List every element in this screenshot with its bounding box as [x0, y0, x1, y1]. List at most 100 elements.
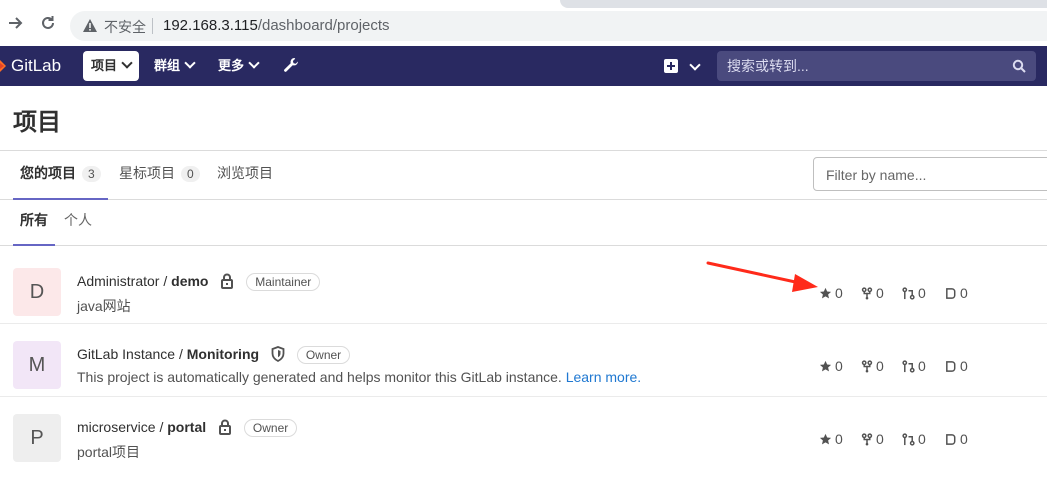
project-avatar[interactable]: D — [13, 268, 61, 316]
project-namespace: Administrator / — [77, 273, 172, 289]
chevron-down-icon — [248, 57, 260, 69]
project-row[interactable]: M GitLab Instance / Monitoring Owner Thi… — [0, 324, 1047, 397]
issues-value: 0 — [960, 358, 968, 374]
stars-count[interactable]: 0 — [819, 285, 843, 301]
browser-toolbar: 不安全 192.168.3.115/dashboard/projects — [0, 0, 1047, 46]
warning-icon — [83, 19, 97, 32]
brand-name[interactable]: GitLab — [11, 56, 61, 76]
scope-tabs: 所有 个人 — [0, 198, 1047, 246]
issue-icon — [946, 434, 956, 445]
filter-box[interactable] — [813, 157, 1047, 191]
chevron-down-icon — [184, 57, 196, 69]
role-badge: Maintainer — [246, 273, 321, 291]
issues-count[interactable]: 0 — [945, 431, 968, 447]
back-arrow-icon[interactable] — [4, 14, 26, 36]
url-path: /dashboard/projects — [257, 17, 390, 34]
gitlab-logo-icon — [0, 60, 6, 72]
issues-count[interactable]: 0 — [945, 358, 968, 374]
project-description: portal项目 — [77, 444, 141, 460]
url-text: 192.168.3.115/dashboard/projects — [163, 17, 390, 34]
menu-groups-label: 群组 — [154, 58, 181, 73]
forks-count[interactable]: 0 — [861, 285, 884, 301]
stars-count[interactable]: 0 — [819, 358, 843, 374]
stars-value: 0 — [835, 431, 843, 447]
subtab-all[interactable]: 所有 — [13, 198, 55, 246]
divider — [152, 18, 153, 34]
project-description: This project is automatically generated … — [77, 369, 641, 385]
project-title[interactable]: Administrator / demo Maintainer — [77, 273, 321, 291]
project-avatar[interactable]: P — [13, 414, 61, 462]
merge-requests-count[interactable]: 0 — [902, 285, 926, 301]
url-host: 192.168.3.115 — [163, 17, 258, 34]
menu-projects[interactable]: 项目 — [83, 51, 140, 81]
tab-starred-label: 星标项目 — [119, 165, 175, 181]
merge-requests-count[interactable]: 0 — [902, 431, 926, 447]
menu-projects-label: 项目 — [91, 58, 118, 73]
merge-request-icon — [902, 287, 915, 300]
lock-icon — [219, 419, 232, 435]
count-badge: 3 — [82, 166, 101, 182]
project-name: demo — [171, 273, 209, 289]
fork-icon — [861, 287, 873, 300]
new-item-dropdown[interactable] — [685, 59, 701, 77]
forks-count[interactable]: 0 — [861, 358, 884, 374]
fork-icon — [861, 433, 873, 446]
project-name: portal — [167, 419, 207, 435]
role-badge: Owner — [243, 419, 298, 437]
fork-icon — [861, 360, 873, 373]
project-row[interactable]: P microservice / portal Owner portal项目 0… — [0, 397, 1047, 469]
admin-wrench-icon[interactable] — [282, 56, 300, 74]
global-search[interactable] — [717, 51, 1036, 81]
menu-more[interactable]: 更多 — [210, 51, 266, 81]
description-text: This project is automatically generated … — [77, 369, 566, 385]
tab-explore-projects[interactable]: 浏览项目 — [217, 151, 273, 198]
project-namespace: microservice / — [77, 419, 168, 435]
forks-value: 0 — [876, 431, 884, 447]
project-title[interactable]: GitLab Instance / Monitoring Owner — [77, 346, 351, 364]
issue-icon — [946, 361, 956, 372]
stars-count[interactable]: 0 — [819, 431, 843, 447]
menu-more-label: 更多 — [218, 58, 245, 73]
address-bar[interactable]: 不安全 192.168.3.115/dashboard/projects — [70, 11, 1047, 41]
subtab-personal[interactable]: 个人 — [64, 198, 92, 244]
chevron-down-icon — [689, 59, 701, 71]
shield-icon — [271, 346, 285, 362]
stars-value: 0 — [835, 285, 843, 301]
project-title[interactable]: microservice / portal Owner — [77, 419, 298, 437]
tab-your-projects[interactable]: 您的项目 3 — [13, 151, 108, 200]
project-avatar[interactable]: M — [13, 341, 61, 389]
forks-value: 0 — [876, 358, 884, 374]
merge-requests-value: 0 — [918, 358, 926, 374]
project-row[interactable]: D Administrator / demo Maintainer java网站… — [0, 251, 1047, 324]
search-input[interactable] — [725, 57, 999, 75]
merge-requests-count[interactable]: 0 — [902, 358, 926, 374]
issues-count[interactable]: 0 — [945, 285, 968, 301]
filter-input[interactable] — [824, 166, 1047, 184]
chevron-down-icon — [121, 57, 133, 69]
issue-icon — [946, 288, 956, 299]
tab-explore-label: 浏览项目 — [217, 165, 273, 181]
merge-requests-value: 0 — [918, 431, 926, 447]
forks-count[interactable]: 0 — [861, 431, 884, 447]
reload-icon[interactable] — [37, 14, 59, 36]
project-name: Monitoring — [186, 346, 260, 362]
tab-starred-projects[interactable]: 星标项目 0 — [119, 151, 200, 198]
merge-request-icon — [902, 433, 915, 446]
new-item-plus-icon[interactable] — [664, 59, 678, 73]
learn-more-link[interactable]: Learn more. — [566, 369, 641, 385]
merge-requests-value: 0 — [918, 285, 926, 301]
tab-your-projects-label: 您的项目 — [20, 165, 76, 181]
search-icon — [1012, 59, 1026, 73]
project-description: java网站 — [77, 298, 131, 314]
star-icon — [819, 360, 832, 372]
menu-groups[interactable]: 群组 — [146, 51, 202, 81]
star-icon — [819, 287, 832, 299]
star-icon — [819, 433, 832, 445]
lock-icon — [221, 273, 234, 289]
issues-value: 0 — [960, 431, 968, 447]
role-badge: Owner — [296, 346, 351, 364]
tab-strip — [560, 0, 1047, 8]
issues-value: 0 — [960, 285, 968, 301]
merge-request-icon — [902, 360, 915, 373]
page-title: 项目 — [13, 109, 61, 136]
